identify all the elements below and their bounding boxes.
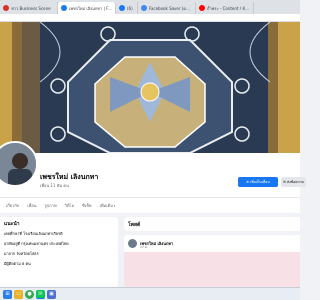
intro-card: แนะนำ เคยศึกษาที่ โรงเรียนเลิงนกทาเกียรต… <box>0 217 118 287</box>
message-label: ส่งข้อความ <box>286 180 304 184</box>
person-plus-icon: ⊕ <box>246 180 250 184</box>
add-friend-button[interactable]: ⊕ เพิ่มเป็นเพื่อน <box>238 177 278 187</box>
browser-tab-3[interactable]: Facebook Saver (ดาวน์โหลดวิดีโอ) <box>138 2 196 14</box>
tab-label: Facebook Saver (ดาวน์โหลดวิดีโอ) <box>149 5 192 11</box>
add-friend-label: เพิ่มเป็นเพื่อน <box>250 180 270 184</box>
browser-tab-0[interactable]: ข่าว Business Scene <box>0 2 58 14</box>
tab-friends[interactable]: เพื่อน <box>27 202 36 209</box>
post-author-avatar[interactable] <box>128 239 137 248</box>
facebook-favicon-icon <box>119 5 125 11</box>
youtube-favicon-icon <box>199 5 205 11</box>
tab-photos[interactable]: รูปภาพ <box>44 202 56 209</box>
intro-title: แนะนำ <box>4 221 20 227</box>
browser-tab-2[interactable]: (6) <box>116 2 138 14</box>
tab-videos[interactable]: วิดีโอ <box>65 202 74 209</box>
tab-favicon-icon <box>141 5 147 11</box>
browser-tab-1[interactable]: เพชรใหม่ เลิงนกทา | Facebook <box>58 2 116 14</box>
message-button[interactable]: ✉ ส่งข้อความ <box>281 177 306 187</box>
tab-about[interactable]: เกี่ยวกับ <box>6 202 19 209</box>
tab-more[interactable]: เพิ่มเติม <box>100 202 116 209</box>
messenger-icon: ✉ <box>283 180 286 184</box>
tab-label: เพชรใหม่ เลิงนกทา | Facebook <box>69 5 112 11</box>
facebook-favicon-icon <box>61 5 67 11</box>
cover-photo-artwork <box>0 22 300 153</box>
browser-toolbar <box>0 14 300 22</box>
intro-from: มาจาก จังหวัดยโสธร <box>4 251 39 256</box>
profile-nav-tabs: เกี่ยวกับ เพื่อน รูปภาพ วิดีโอ ซีเช็ค เพ… <box>0 197 300 213</box>
taskbar: ⊞ ▭ ● ✉ ▣ <box>0 287 300 300</box>
posts-title: โพสต์ <box>124 217 300 231</box>
chrome-icon[interactable]: ● <box>25 289 34 299</box>
tab-label: ข่าว Business Scene <box>11 5 51 11</box>
photos-icon[interactable]: ▣ <box>47 289 56 299</box>
tab-favicon-icon <box>3 5 9 11</box>
intro-followers: มีผู้ติดตาม 8 คน <box>4 261 31 266</box>
tab-label: ถ้ำพระ - Content / ข้อมูล <box>207 5 250 11</box>
intro-education: เคยศึกษาที่ โรงเรียนเลิงนกทาเกียรติ <box>4 231 63 236</box>
post-card: เพชรใหม่ เลิงนกทา 17 ม. · <box>124 235 300 287</box>
friends-count[interactable]: เพื่อน 11 พัน คน <box>40 182 69 189</box>
tab-checkins[interactable]: ซีเช็ค <box>82 202 91 209</box>
browser-tab-strip: ข่าว Business Scene เพชรใหม่ เลิงนกทา | … <box>0 0 300 14</box>
file-explorer-icon[interactable]: ▭ <box>14 289 23 299</box>
start-icon[interactable]: ⊞ <box>3 289 12 299</box>
tab-label: (6) <box>127 5 133 11</box>
line-icon[interactable]: ✉ <box>36 289 45 299</box>
intro-lives-in: อาศัยอยู่ที่ กรุงเทพมหานคร ประเทศไทย <box>4 241 69 246</box>
cover-photo[interactable] <box>0 22 300 153</box>
post-timestamp[interactable]: 17 ม. · <box>140 245 150 250</box>
browser-tab-4[interactable]: ถ้ำพระ - Content / ข้อมูล <box>196 2 254 14</box>
post-image[interactable] <box>124 252 300 287</box>
